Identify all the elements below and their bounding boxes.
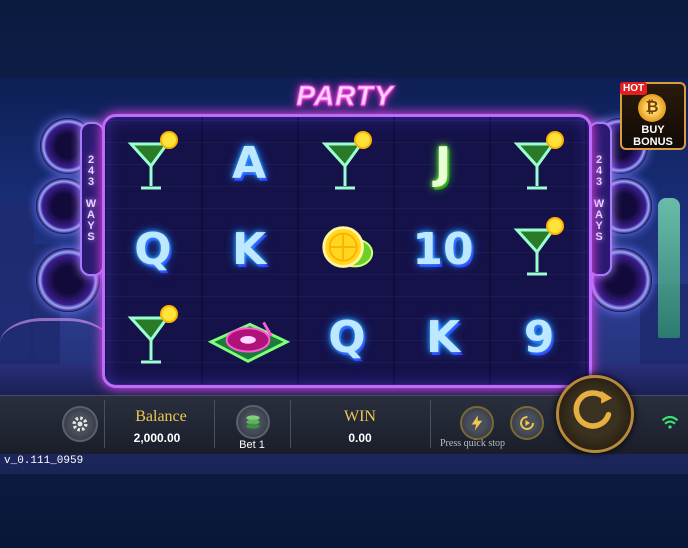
divider xyxy=(430,400,431,448)
reel-cell-a: A xyxy=(201,119,297,207)
martini-icon xyxy=(127,305,178,364)
version-text: v_0.111_0959 xyxy=(4,455,84,467)
divider xyxy=(104,400,105,448)
buy-bonus-label: BUY BONUS xyxy=(633,124,673,148)
statue-of-liberty-icon xyxy=(658,198,680,338)
reel-cell-martini xyxy=(299,119,395,207)
autoplay-button[interactable] xyxy=(510,406,544,440)
buy-bonus-button[interactable]: HOT ₿ BUY BONUS xyxy=(620,82,686,150)
symbol-q: Q xyxy=(134,223,172,275)
martini-icon xyxy=(321,131,372,190)
reel-grid: A J Q K 10 Q K 9 xyxy=(102,114,592,388)
bottom-letterbox xyxy=(0,474,688,548)
symbol-a: A xyxy=(231,137,267,189)
reel-cell-martini xyxy=(491,205,587,293)
symbol-k: K xyxy=(425,311,461,363)
turbo-button[interactable] xyxy=(460,406,494,440)
reel-cell-martini xyxy=(491,119,587,207)
symbol-9: 9 xyxy=(523,311,555,363)
reel-cell-martini xyxy=(105,119,201,207)
reel-cell-martini xyxy=(105,293,201,381)
win-label: WIN xyxy=(344,408,376,425)
martini-icon xyxy=(513,217,564,276)
reel-cell-turntable xyxy=(201,293,297,381)
lemon-icon xyxy=(322,226,374,268)
reel-cell-lemon xyxy=(299,205,395,293)
bet-label: Bet 1 xyxy=(239,439,265,451)
balance-value: 2,000.00 xyxy=(133,431,181,445)
spin-arrow-icon xyxy=(573,390,613,429)
symbol-j: J xyxy=(434,137,452,189)
martini-icon xyxy=(127,131,178,190)
symbol-q: Q xyxy=(328,311,366,363)
turntable-icon xyxy=(207,321,291,363)
spin-button[interactable] xyxy=(556,375,634,453)
reel-cell-k: K xyxy=(201,205,297,293)
bet-button[interactable] xyxy=(236,405,270,439)
reel-cell-9: 9 xyxy=(491,293,587,381)
martini-icon xyxy=(513,131,564,190)
bridge xyxy=(0,318,110,381)
quick-stop-hint: Press quick stop xyxy=(440,438,505,449)
symbol-k: K xyxy=(231,223,267,275)
reel-cell-j: J xyxy=(395,119,491,207)
reel-cell-q: Q xyxy=(105,205,201,293)
reel-cell-q: Q xyxy=(299,293,395,381)
reel-cell-k: K xyxy=(395,293,491,381)
ways-panel-left: 243 WAYS xyxy=(80,122,104,276)
hot-badge: HOT xyxy=(620,82,648,95)
reel-cell-10: 10 xyxy=(395,205,491,293)
ways-label-left: 243 WAYS xyxy=(85,154,97,242)
divider xyxy=(290,400,291,448)
symbol-10: 10 xyxy=(412,223,474,275)
lightning-icon xyxy=(471,415,483,431)
settings-button[interactable] xyxy=(62,406,98,442)
win-value: 0.00 xyxy=(348,431,372,445)
gear-icon xyxy=(72,416,88,432)
ways-label-right: 243 WAYS xyxy=(593,154,605,242)
balance-label: Balance xyxy=(135,408,187,425)
top-letterbox xyxy=(0,0,688,78)
wifi-icon xyxy=(661,415,679,429)
coin-icon: ₿ xyxy=(638,94,666,122)
chip-stack-icon xyxy=(246,415,260,429)
divider xyxy=(214,400,215,448)
autoplay-icon xyxy=(520,416,534,430)
